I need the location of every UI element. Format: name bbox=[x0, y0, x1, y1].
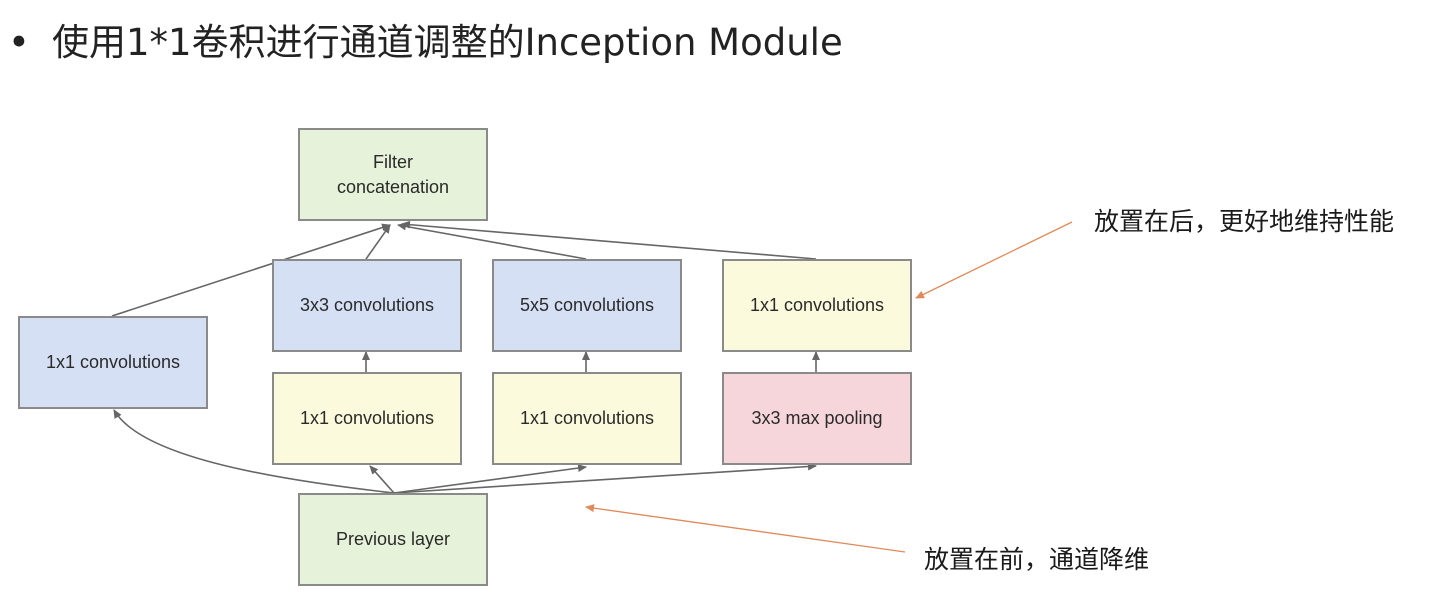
annotation-before: 放置在前，通道降维 bbox=[924, 545, 1150, 574]
previous-layer-box: Previous layer bbox=[298, 493, 488, 586]
reduce3-conv-label: 1x1 convolutions bbox=[299, 408, 435, 429]
edge-prev-to-reduce5 bbox=[393, 464, 587, 494]
projection-conv-label: 1x1 convolutions bbox=[749, 295, 885, 316]
conv3x3-label: 3x3 convolutions bbox=[299, 295, 435, 316]
edge-conv3x3-to-concat bbox=[365, 224, 391, 260]
branch1-conv-label: 1x1 convolutions bbox=[45, 352, 181, 373]
filter-concat-line2: concatenation bbox=[336, 176, 450, 197]
previous-layer-label: Previous layer bbox=[335, 529, 451, 550]
reduce3-conv-box: 1x1 convolutions bbox=[272, 372, 462, 465]
reduce5-conv-label: 1x1 convolutions bbox=[519, 408, 655, 429]
conv3x3-box: 3x3 convolutions bbox=[272, 259, 462, 352]
edge-prev-to-reduce3 bbox=[369, 465, 395, 494]
annotation-arrow-after bbox=[915, 221, 1073, 299]
annotation-after: 放置在后，更好地维持性能 bbox=[1094, 207, 1395, 236]
edge-conv5x5-to-concat bbox=[397, 222, 587, 260]
filter-concat-line1: Filter bbox=[373, 152, 413, 173]
conv5x5-label: 5x5 convolutions bbox=[519, 295, 655, 316]
max-pooling-box: 3x3 max pooling bbox=[722, 372, 912, 465]
branch1-conv-box: 1x1 convolutions bbox=[18, 316, 208, 409]
annotation-arrow-before bbox=[585, 504, 906, 553]
filter-concatenation-box: Filter concatenation bbox=[298, 128, 488, 221]
reduce5-conv-box: 1x1 convolutions bbox=[492, 372, 682, 465]
edge-proj-to-concat bbox=[401, 220, 817, 260]
projection-conv-box: 1x1 convolutions bbox=[722, 259, 912, 352]
edge-prev-to-pool bbox=[393, 462, 817, 494]
max-pooling-label: 3x3 max pooling bbox=[751, 408, 883, 429]
conv5x5-box: 5x5 convolutions bbox=[492, 259, 682, 352]
